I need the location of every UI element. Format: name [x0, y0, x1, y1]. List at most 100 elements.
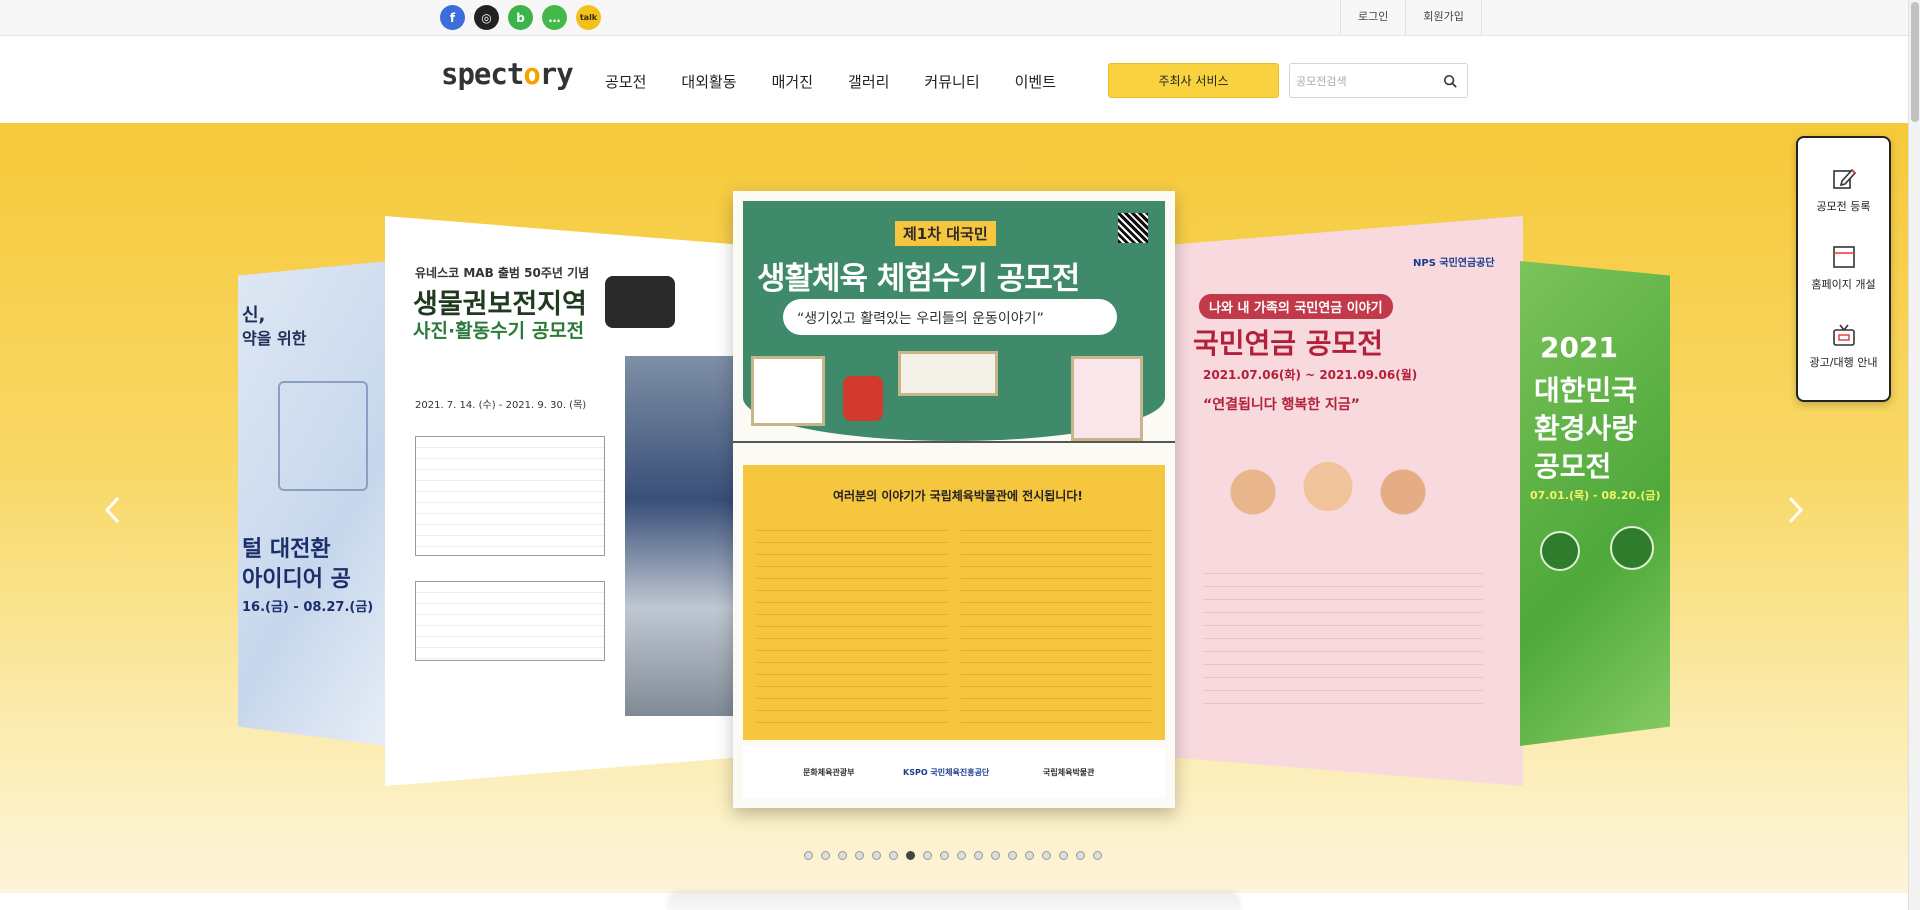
- poster-text: 신,: [242, 305, 266, 326]
- poster-title: 국민연금 공모전: [1193, 327, 1384, 360]
- slider-dot[interactable]: [804, 851, 813, 860]
- poster-details: [1203, 561, 1483, 711]
- poster-frame: [751, 356, 825, 426]
- poster-banner: 여러분의 이야기가 국립체육박물관에 전시됩니다!: [833, 489, 1083, 503]
- slider-dot[interactable]: [855, 851, 864, 860]
- slider-dot[interactable]: [940, 851, 949, 860]
- nav-community[interactable]: 커뮤니티: [924, 71, 979, 92]
- nav-activities[interactable]: 대외활동: [681, 71, 736, 92]
- slider-dot[interactable]: [872, 851, 881, 860]
- host-service-button[interactable]: 주최사 서비스: [1108, 63, 1279, 98]
- poster-title: 아이디어 공: [242, 567, 351, 592]
- facebook-icon[interactable]: f: [440, 5, 465, 30]
- logo-text-start: spect: [441, 57, 524, 91]
- open-homepage-button[interactable]: 홈페이지 개설: [1798, 244, 1889, 292]
- poster-biosphere-contest[interactable]: 유네스코 MAB 출범 50주년 기념 생물권보전지역 사진·활동수기 공모전 …: [385, 216, 737, 786]
- quick-menu-panel: 공모전 등록 홈페이지 개설 광고/대행 안내: [1796, 136, 1891, 402]
- slider-dot[interactable]: [1025, 851, 1034, 860]
- slider-dot[interactable]: [1042, 851, 1051, 860]
- poster-rope-barrier: [733, 441, 1175, 465]
- slider-dot[interactable]: [906, 851, 915, 860]
- naver-blog-icon[interactable]: b: [508, 5, 533, 30]
- naver-band-icon[interactable]: …: [542, 5, 567, 30]
- slider-dot[interactable]: [974, 851, 983, 860]
- site-logo[interactable]: spectory: [441, 57, 574, 91]
- slider-dot[interactable]: [1008, 851, 1017, 860]
- boxing-glove-icon: [843, 376, 883, 421]
- poster-org: 국립체육박물관: [1043, 768, 1095, 777]
- webpage-icon: [1832, 246, 1855, 268]
- recycle-icon: [1540, 531, 1580, 571]
- nav-contests[interactable]: 공모전: [605, 71, 646, 92]
- poster-year: 2021: [1540, 331, 1618, 364]
- contest-search: [1289, 63, 1468, 98]
- login-link[interactable]: 로그인: [1340, 0, 1405, 36]
- poster-date: 07.01.(목) - 08.20.(금): [1530, 489, 1661, 502]
- nav-events[interactable]: 이벤트: [1015, 71, 1056, 92]
- signup-link[interactable]: 회원가입: [1405, 0, 1482, 36]
- poster-date: 16.(금) - 08.27.(금): [242, 600, 374, 615]
- social-links: f ◎ b … talk: [440, 5, 601, 30]
- side-item-label: 공모전 등록: [1816, 200, 1871, 213]
- poster-digital-transformation[interactable]: 신, 약을 위한 털 대전환 아이디어 공 16.(금) - 08.27.(금): [238, 261, 388, 746]
- nav-magazine[interactable]: 매거진: [772, 71, 813, 92]
- section-tab: [668, 893, 1240, 910]
- search-input[interactable]: [1296, 72, 1436, 90]
- main-nav: 공모전 대외활동 매거진 갤러리 커뮤니티 이벤트: [605, 71, 1091, 92]
- poster-tagline: “생기있고 활력있는 우리들의 운동이야기”: [797, 311, 1044, 327]
- camera-icon: [605, 276, 675, 328]
- poster-slogan: “연결됩니다 행복한 지금”: [1203, 397, 1360, 413]
- slider-next-button[interactable]: [1782, 490, 1808, 530]
- poster-title: 공모전: [1534, 450, 1612, 483]
- poster-environment-contest[interactable]: 2021 대한민국 환경사랑 공모전 07.01.(목) - 08.20.(금): [1520, 261, 1670, 746]
- slider-dot[interactable]: [923, 851, 932, 860]
- slider-dot[interactable]: [957, 851, 966, 860]
- slider-pagination: [804, 851, 1102, 860]
- slider-dot[interactable]: [838, 851, 847, 860]
- slider-dot[interactable]: [889, 851, 898, 860]
- poster-frame: [898, 351, 998, 396]
- slider-dot[interactable]: [1076, 851, 1085, 860]
- slider-prev-button[interactable]: [100, 490, 126, 530]
- poster-photos: [625, 356, 735, 716]
- slider-dot[interactable]: [821, 851, 830, 860]
- advertising-guide-button[interactable]: 광고/대행 안내: [1798, 322, 1889, 370]
- poster-period: 2021. 7. 14. (수) - 2021. 9. 30. (목): [415, 400, 587, 411]
- poster-badge-icon: [1610, 526, 1654, 570]
- poster-org: KSPO 국민체육진흥공단: [903, 768, 990, 777]
- poster-title: 대한민국: [1534, 374, 1638, 407]
- kakao-icon[interactable]: talk: [576, 5, 601, 30]
- poster-title: 털 대전환: [242, 537, 331, 562]
- poster-table: [415, 436, 605, 556]
- poster-org: 문화체육관광부: [803, 768, 855, 777]
- edit-icon: [1832, 168, 1856, 189]
- poster-pension-contest[interactable]: NPS 국민연금공단 나와 내 가족의 국민연금 이야기 국민연금 공모전 20…: [1173, 216, 1523, 786]
- slider-dot[interactable]: [1093, 851, 1102, 860]
- page-scrollbar[interactable]: [1908, 0, 1920, 910]
- instagram-icon[interactable]: ◎: [474, 5, 499, 30]
- logo-text-accent: o: [523, 57, 540, 91]
- poster-title: 환경사랑: [1534, 412, 1638, 445]
- scrollbar-thumb[interactable]: [1911, 2, 1919, 122]
- chevron-left-icon: [104, 496, 120, 524]
- site-header: spectory 공모전 대외활동 매거진 갤러리 커뮤니티 이벤트 주최사 서…: [0, 37, 1908, 123]
- top-bar: f ◎ b … talk 로그인 회원가입: [0, 0, 1908, 36]
- account-links: 로그인 회원가입: [1340, 0, 1482, 36]
- slider-dot[interactable]: [1059, 851, 1068, 860]
- poster-subtitle: 사진·활동수기 공모전: [413, 320, 585, 342]
- side-item-label: 광고/대행 안내: [1809, 356, 1878, 369]
- poster-table: [415, 581, 605, 661]
- qr-code: [1118, 213, 1148, 243]
- family-illustration: [1193, 426, 1493, 536]
- nav-gallery[interactable]: 갤러리: [848, 71, 889, 92]
- poster-title: 생활체육 체험수기 공모전: [757, 261, 1080, 297]
- poster-details-right: [961, 519, 1151, 729]
- register-contest-button[interactable]: 공모전 등록: [1798, 166, 1889, 214]
- poster-illustration: [278, 381, 368, 491]
- hero-slider: 신, 약을 위한 털 대전환 아이디어 공 16.(금) - 08.27.(금)…: [0, 123, 1908, 893]
- poster-text: 약을 위한: [242, 329, 307, 348]
- chevron-right-icon: [1788, 496, 1804, 524]
- search-icon[interactable]: [1443, 74, 1457, 88]
- poster-sports-essay-contest[interactable]: 제1차 대국민 생활체육 체험수기 공모전 “생기있고 활력있는 우리들의 운동…: [733, 191, 1175, 808]
- slider-dot[interactable]: [991, 851, 1000, 860]
